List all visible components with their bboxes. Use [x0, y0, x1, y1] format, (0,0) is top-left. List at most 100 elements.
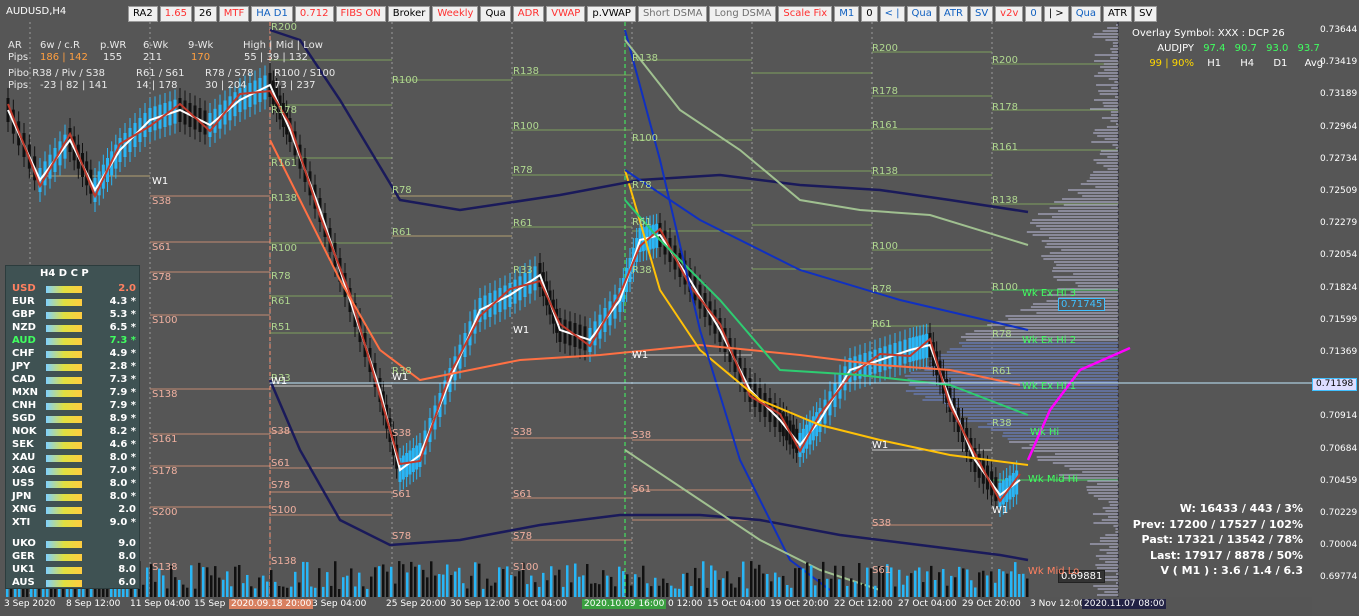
fib-level-label: S61: [271, 458, 290, 469]
price-axis-label: 0.71824: [1320, 283, 1357, 293]
chart-area[interactable]: AUDUSD,H4 RA2 1.65 26 MTF HA D1 0.712 FIBS ON B…: [0, 0, 1359, 616]
volume-bar: [994, 583, 997, 597]
volume-bar: [502, 569, 505, 597]
toolbar-button[interactable]: Scale Fix: [778, 6, 832, 22]
volume-bar: [766, 574, 769, 597]
toolbar-button[interactable]: < |: [880, 6, 905, 22]
volume-bar: [590, 584, 593, 597]
currency-value: 6.5 *: [110, 322, 136, 333]
stat-text: 6-Wk: [143, 40, 168, 51]
toolbar-button[interactable]: ATR: [1103, 6, 1132, 22]
toolbar-button[interactable]: VWAP: [546, 6, 585, 22]
volume-bar: [582, 575, 585, 597]
volume-bar: [426, 577, 429, 597]
toolbar-button[interactable]: SV: [1134, 6, 1157, 22]
strength-bar: [46, 468, 82, 475]
volume-bar: [550, 566, 553, 597]
volume-bar: [386, 572, 389, 597]
toolbar-button[interactable]: SV: [970, 6, 993, 22]
volume-bar: [866, 568, 869, 597]
volume-bar: [678, 589, 681, 597]
stat-text: 30 | 204: [205, 80, 247, 91]
toolbar-button[interactable]: Long DSMA: [709, 6, 776, 22]
volume-stat: Prev: 17200 / 17527 / 102%: [1133, 518, 1303, 531]
volume-bar: [938, 572, 941, 597]
toolbar-button[interactable]: ADR: [513, 6, 545, 22]
volume-bar: [298, 582, 301, 597]
overlay-col: H1: [1207, 58, 1221, 69]
currency-row: AUD 7.3 *: [12, 335, 140, 348]
volume-bar: [958, 567, 961, 597]
volume-bar: [670, 586, 673, 597]
toolbar-button[interactable]: 0: [861, 6, 877, 22]
volume-bar: [706, 588, 709, 597]
fib-level-label: R61: [271, 296, 291, 307]
volume-bar: [990, 571, 993, 597]
toolbar-button[interactable]: FIBS ON: [336, 6, 386, 22]
toolbar-button[interactable]: 0.712: [295, 6, 334, 22]
toolbar-button[interactable]: v2v: [995, 6, 1023, 22]
volume-bar: [418, 565, 421, 597]
toolbar-button[interactable]: Short DSMA: [638, 6, 708, 22]
volume-bar: [374, 567, 377, 597]
wk-ex-hi-3-price: 0.71745: [1058, 298, 1105, 311]
stat-text: AR: [8, 40, 22, 51]
price-plot[interactable]: [0, 0, 1312, 598]
level-label: Wk Ex Hi 2: [1022, 335, 1076, 346]
toolbar-button[interactable]: Weekly: [432, 6, 478, 22]
chart-symbol: AUDUSD,H4: [6, 6, 66, 17]
volume-bar: [1006, 574, 1009, 597]
time-axis-label: 0 12:00: [668, 599, 703, 609]
strength-bar: [46, 494, 82, 501]
volume-bar: [258, 578, 261, 597]
volume-bar: [662, 579, 665, 597]
fib-level-label: S61: [513, 489, 532, 500]
time-axis-label: 25 Sep 20:00: [386, 599, 446, 609]
volume-bar: [238, 565, 241, 597]
currency-row: SEK 4.6 *: [12, 439, 140, 452]
fib-level-label: R38: [632, 265, 652, 276]
fib-level-label: S100: [513, 562, 538, 573]
toolbar-button[interactable]: ATR: [939, 6, 968, 22]
volume-bar: [786, 585, 789, 597]
toolbar-button[interactable]: 0: [1025, 6, 1041, 22]
currency-row: GER 8.0: [12, 551, 140, 564]
volume-bar: [186, 588, 189, 597]
currency-code: EUR: [12, 296, 35, 307]
toolbar-button[interactable]: Qua: [907, 6, 937, 22]
toolbar-button[interactable]: | >: [1044, 6, 1069, 22]
volume-bar: [510, 575, 513, 597]
currency-strength-panel: H4 D C P USD 2.0 EUR 4.3 * GBP 5.3 * NZD 6.5 * A…: [5, 265, 140, 589]
volume-bar: [734, 588, 737, 597]
indicator-toolbar: RA2 1.65 26 MTF HA D1 0.712 FIBS ON Broker Weekl…: [128, 6, 1157, 22]
currency-row: US5 8.0 *: [12, 478, 140, 491]
currency-row: UKO 9.0: [12, 538, 140, 551]
toolbar-button[interactable]: Qua: [480, 6, 510, 22]
toolbar-button[interactable]: 1.65: [160, 6, 192, 22]
volume-bar: [642, 566, 645, 597]
time-axis-label: 15 Oct 04:00: [707, 599, 766, 609]
volume-bar: [182, 585, 185, 597]
time-axis-label: 29 Oct 20:00: [962, 599, 1021, 609]
toolbar-button[interactable]: Qua: [1071, 6, 1101, 22]
overlay-col: D1: [1273, 58, 1287, 69]
toolbar-button[interactable]: MTF: [219, 6, 250, 22]
volume-bar: [998, 569, 1001, 597]
volume-bar: [1002, 571, 1005, 597]
currency-code: MXN: [12, 387, 38, 398]
volume-bar: [434, 576, 437, 597]
time-axis-label: 27 Oct 04:00: [898, 599, 957, 609]
volume-bar: [810, 566, 813, 597]
volume-bar: [722, 578, 725, 597]
currency-code: US5: [12, 478, 34, 489]
toolbar-button[interactable]: RA2: [128, 6, 158, 22]
volume-bar: [574, 564, 577, 597]
volume-bar: [430, 561, 433, 597]
toolbar-button[interactable]: M1: [834, 6, 859, 22]
toolbar-button[interactable]: 26: [194, 6, 217, 22]
toolbar-button[interactable]: HA D1: [251, 6, 293, 22]
toolbar-button[interactable]: p.VWAP: [587, 6, 636, 22]
toolbar-button[interactable]: Broker: [388, 6, 431, 22]
strength-bar: [46, 481, 82, 488]
volume-bar: [802, 568, 805, 597]
